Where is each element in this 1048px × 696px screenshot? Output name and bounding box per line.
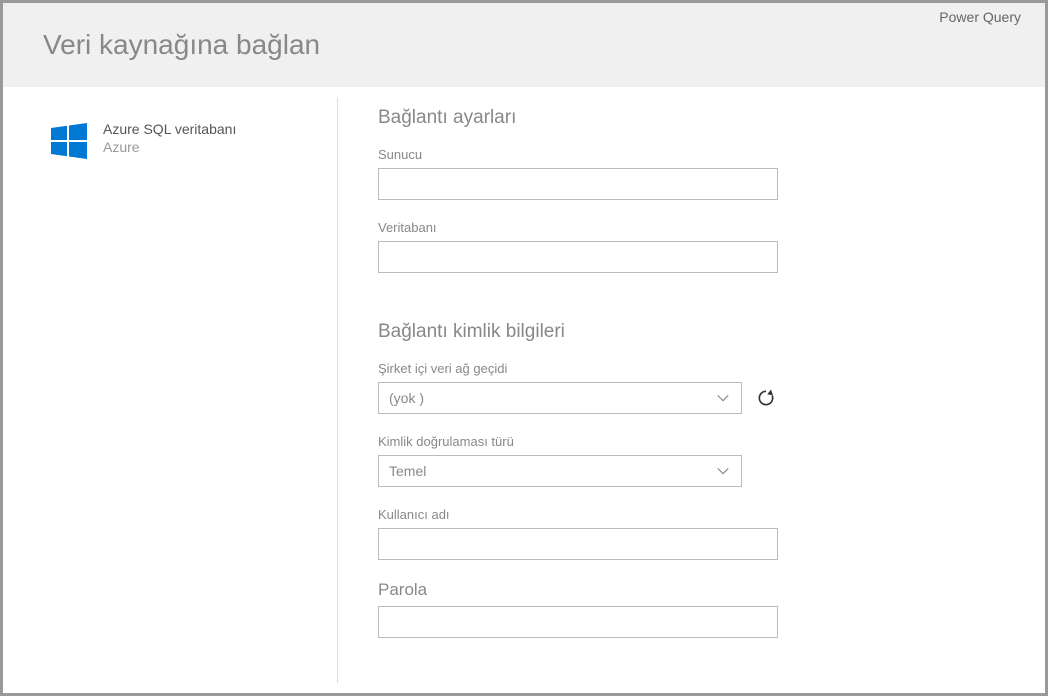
server-field: Sunucu [378,147,1005,200]
source-title: Azure SQL veritabanı [103,121,236,137]
username-field: Kullanıcı adı [378,507,1005,560]
gateway-select[interactable]: (yok ) [378,382,742,414]
content: Azure SQL veritabanı Azure Bağlantı ayar… [3,87,1045,693]
database-input[interactable] [378,241,778,273]
source-text: Azure SQL veritabanı Azure [103,121,236,155]
server-input[interactable] [378,168,778,200]
password-field: Parola [378,580,1005,638]
gateway-select-value: (yok ) [389,390,424,406]
data-source-item[interactable]: Azure SQL veritabanı Azure [51,121,317,159]
header: Power Query Veri kaynağına bağlan [3,3,1045,87]
connection-settings-title: Bağlantı ayarları [378,107,1005,129]
refresh-button[interactable] [754,386,778,410]
database-field: Veritabanı [378,220,1005,273]
sidebar: Azure SQL veritabanı Azure [3,97,338,683]
main-panel: Bağlantı ayarları Sunucu Veritabanı Bağl… [338,87,1045,693]
brand-label: Power Query [939,9,1021,25]
chevron-down-icon [715,390,731,406]
auth-type-select[interactable]: Temel [378,455,742,487]
auth-type-label: Kimlik doğrulaması türü [378,434,1005,449]
gateway-field: Şirket içi veri ağ geçidi (yok ) [378,361,1005,414]
gateway-label: Şirket içi veri ağ geçidi [378,361,1005,376]
credentials-title: Bağlantı kimlik bilgileri [378,321,1005,343]
database-label: Veritabanı [378,220,1005,235]
page-title: Veri kaynağına bağlan [43,29,320,61]
username-label: Kullanıcı adı [378,507,1005,522]
windows-icon [51,123,87,159]
chevron-down-icon [715,463,731,479]
server-label: Sunucu [378,147,1005,162]
source-subtitle: Azure [103,139,236,155]
auth-type-select-value: Temel [389,463,426,479]
auth-type-field: Kimlik doğrulaması türü Temel [378,434,1005,487]
username-input[interactable] [378,528,778,560]
password-label: Parola [378,580,1005,600]
password-input[interactable] [378,606,778,638]
